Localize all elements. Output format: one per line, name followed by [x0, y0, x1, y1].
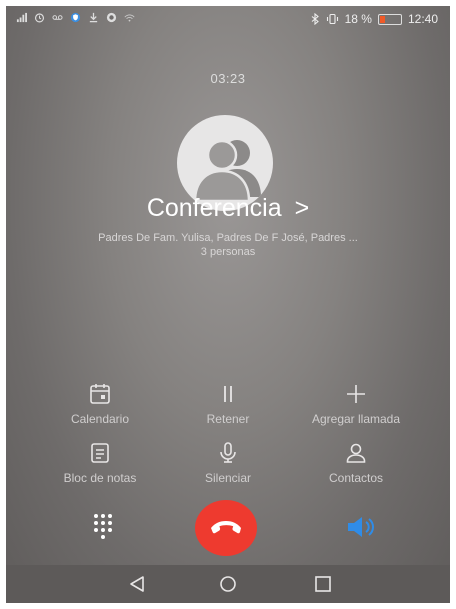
voicemail-icon: [52, 15, 63, 20]
navigation-bar: [6, 565, 450, 603]
signal-icon: [16, 12, 27, 23]
hang-up-icon: [211, 521, 241, 534]
add-call-label: Agregar llamada: [311, 412, 401, 426]
end-call-button[interactable]: [195, 500, 257, 556]
recents-nav-icon[interactable]: [303, 572, 343, 596]
battery-icon: [377, 13, 402, 25]
mute-button[interactable]: Silenciar: [154, 441, 302, 485]
add-icon: [347, 385, 365, 403]
pause-icon: [224, 386, 232, 402]
dialpad-icon: [94, 514, 112, 539]
alarm-icon: [34, 13, 45, 23]
calendar-button[interactable]: Calendario: [26, 382, 174, 426]
home-nav-icon[interactable]: [208, 572, 248, 596]
call-screen: 18 % 12:40 03:23 Conferencia > Padres De…: [6, 6, 450, 603]
back-nav-icon[interactable]: [117, 572, 157, 596]
call-duration: 03:23: [210, 71, 246, 86]
microphone-icon: [220, 442, 236, 463]
add-call-button[interactable]: Agregar llamada: [282, 382, 430, 426]
conference-title[interactable]: Conferencia >: [6, 194, 450, 223]
conference-name: Conferencia: [146, 194, 282, 222]
hold-label: Retener: [206, 412, 250, 426]
download-icon: [89, 12, 98, 23]
participant-count: 3 personas: [200, 246, 256, 258]
mute-label: Silenciar: [204, 471, 252, 485]
contacts-icon: [346, 443, 366, 463]
dialpad-button[interactable]: [86, 511, 120, 541]
chat-app-icon: [106, 12, 117, 23]
participants-list: Padres De Fam. Yulisa, Padres De F José,…: [98, 232, 358, 244]
calendar-label: Calendario: [70, 412, 130, 426]
contacts-label: Contactos: [328, 471, 384, 485]
vibrate-icon: [326, 13, 338, 25]
calendar-icon: [90, 384, 110, 404]
contacts-button[interactable]: Contactos: [282, 441, 430, 485]
notepad-label: Bloc de notas: [63, 471, 137, 485]
speaker-button[interactable]: [344, 512, 380, 542]
notepad-button[interactable]: Bloc de notas: [26, 441, 174, 485]
battery-percent: 18 %: [344, 12, 372, 26]
hold-button[interactable]: Retener: [154, 382, 302, 426]
bluetooth-icon: [311, 13, 319, 25]
shield-app-icon: [70, 12, 81, 23]
chevron-right-icon: >: [294, 194, 310, 222]
status-bar: 18 % 12:40: [6, 6, 450, 32]
notes-icon: [91, 443, 109, 463]
clock: 12:40: [407, 12, 438, 26]
speaker-icon: [348, 517, 374, 537]
wifi-call-icon: [124, 14, 135, 22]
